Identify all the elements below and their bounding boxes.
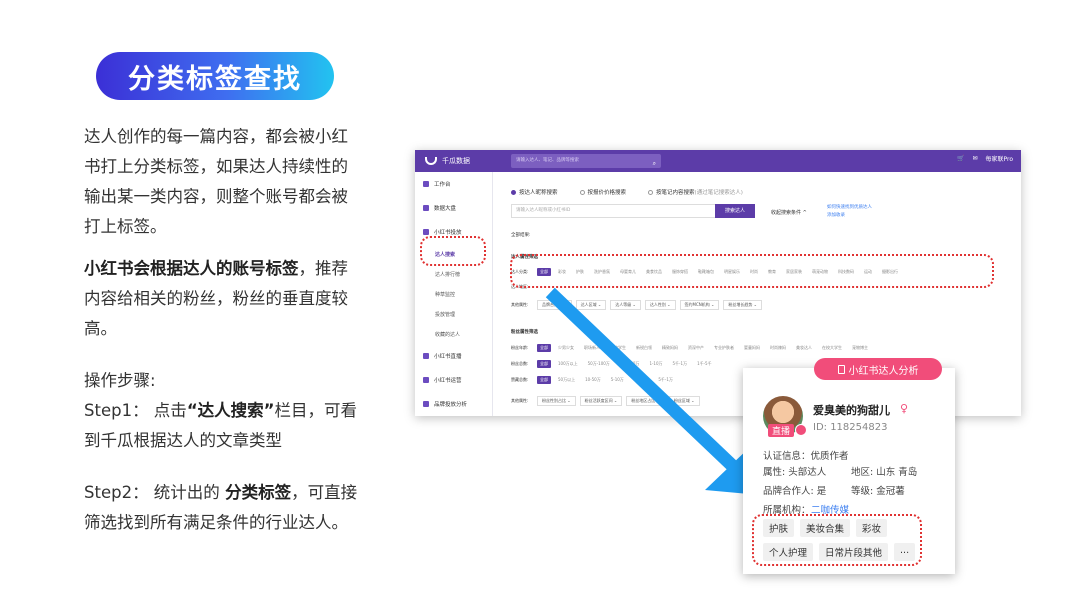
intro-paragraph: 达人创作的每一篇内容，都会被小红书打上分类标签，如果达人持续性的输出某一类内容，… [84, 127, 348, 236]
sidebar-item-dashboard[interactable]: 数据大盘 [415, 196, 492, 220]
filter-chip[interactable]: 美妆达人 [793, 344, 815, 352]
section-title: 分类标签查找 [96, 52, 334, 100]
app-topbar: 千瓜数据 请输入达人、笔记、品牌等搜索 ⌕ 🛒 ✉ 每家联Pro [415, 150, 1021, 172]
live-badge: 直播 [768, 424, 795, 437]
filter-chip[interactable]: 在校大学生 [819, 344, 845, 352]
highlight-category-row [510, 254, 994, 288]
attr-info: 属性: 头部达人 [763, 467, 827, 478]
help-link-add[interactable]: 添加收录 [827, 212, 872, 220]
dashboard-icon [423, 205, 429, 211]
search-icon[interactable]: ⌕ [653, 157, 656, 171]
workbench-icon [423, 181, 429, 187]
level-info: 等级: 金冠薯 [851, 486, 905, 497]
sidebar-sub-monitor[interactable]: 种草监控 [415, 284, 492, 304]
step1-paragraph: 操作步骤: Step1： 点击“达人搜索”栏目，可看到千瓜根据达人的文章类型 [84, 366, 364, 456]
fans-attr-section: 粉丝属性筛选 [511, 330, 538, 335]
step2-paragraph: Step2： 统计出的 分类标签，可直接筛选找到所有满足条件的行业达人。 [84, 478, 364, 538]
sidebar-sub-favs[interactable]: 收藏的达人 [415, 324, 492, 344]
female-icon: ♀ [900, 402, 909, 415]
document-icon [837, 364, 845, 374]
user-name[interactable]: 每家联Pro [985, 154, 1013, 163]
highlight-tags [752, 514, 922, 566]
live-icon [423, 353, 429, 359]
brand-icon [423, 401, 429, 407]
steps-heading: 操作步骤: [84, 371, 156, 390]
help-link-find[interactable]: 如何快速找到优质达人 [827, 204, 872, 212]
filter-chip[interactable]: 宠物博主 [849, 344, 871, 352]
step1-bold: “达人搜索” [186, 401, 275, 420]
app-sidebar: 工作台 数据大盘 小红书投放 达人搜索 达人排行榜 种草监控 投放管理 收藏的达… [415, 172, 493, 416]
kol-id: ID: 118254823 [813, 422, 888, 433]
search-kol-button[interactable]: 搜索达人 [715, 204, 755, 218]
step2-prefix: Step2： 统计出的 [84, 483, 226, 502]
sidebar-item-live[interactable]: 小红书直播 [415, 344, 492, 368]
collapse-toggle[interactable]: 收起搜索条件 ^ [771, 209, 807, 216]
ads-icon [423, 229, 429, 235]
all-results-label: 全部结果: [511, 233, 531, 238]
ops-icon [423, 377, 429, 383]
sidebar-item-workbench[interactable]: 工作台 [415, 172, 492, 196]
recommend-paragraph: 小红书会根据达人的账号标签，推荐内容给相关的粉丝，粉丝的垂直度较高。 [84, 254, 364, 344]
cart-icon[interactable]: 🛒 [957, 155, 964, 162]
kol-search-input[interactable]: 请输入达人昵称或小红书ID [511, 204, 717, 218]
sidebar-item-brand[interactable]: 品牌投放分析 [415, 392, 492, 416]
help-links: 如何快速找到优质达人 添加收录 [827, 204, 872, 220]
recommend-bold: 小红书会根据达人的账号标签 [84, 259, 299, 278]
kol-name[interactable]: 爱臭美的狗甜儿 [813, 402, 890, 418]
verified-icon [795, 424, 807, 436]
global-search-input[interactable]: 请输入达人、笔记、品牌等搜索 ⌕ [511, 154, 661, 168]
radio-nickname[interactable]: 按达人昵称搜索 [511, 188, 558, 196]
topbar-actions: 🛒 ✉ 每家联Pro [957, 154, 1013, 163]
app-logo: 千瓜数据 [425, 156, 511, 166]
radio-content[interactable]: 按笔记内容搜索(通过笔记搜索达人) [648, 188, 743, 196]
sidebar-item-ops[interactable]: 小红书运营 [415, 368, 492, 392]
kol-analysis-tab[interactable]: 小红书达人分析 [814, 358, 942, 380]
logo-icon [425, 157, 437, 165]
step1-prefix: Step1： 点击 [84, 401, 187, 420]
brand-info: 品牌合作人: 是 [763, 486, 827, 497]
radio-price[interactable]: 按报价价格搜索 [579, 188, 626, 196]
highlight-search-menu [420, 236, 486, 266]
sidebar-sub-rank[interactable]: 达人排行榜 [415, 264, 492, 284]
step2-bold: 分类标签 [225, 483, 292, 502]
search-mode: 按达人昵称搜索 按报价价格搜索 按笔记内容搜索(通过笔记搜索达人) [511, 188, 743, 196]
sidebar-sub-manage[interactable]: 投放管理 [415, 304, 492, 324]
cert-info: 认证信息：优质作者 [763, 451, 849, 462]
mail-icon[interactable]: ✉ [972, 155, 977, 162]
region-info: 地区: 山东 青岛 [851, 467, 918, 478]
